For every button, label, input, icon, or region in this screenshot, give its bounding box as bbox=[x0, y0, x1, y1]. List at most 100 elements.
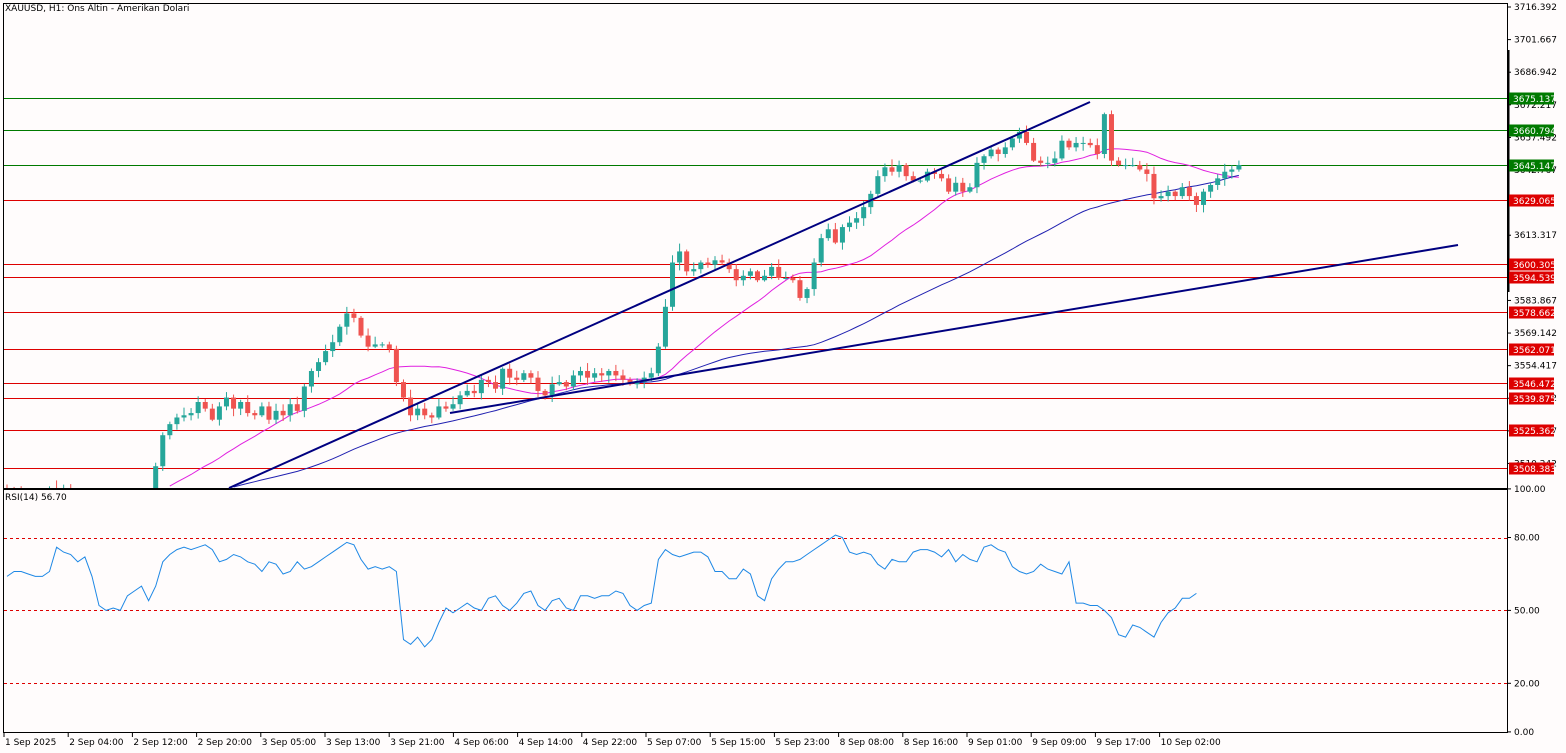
bear-candle[interactable] bbox=[365, 335, 371, 347]
bear-candle[interactable] bbox=[719, 260, 725, 263]
bull-candle[interactable] bbox=[316, 362, 322, 371]
bull-candle[interactable] bbox=[818, 238, 824, 263]
bear-candle[interactable] bbox=[351, 313, 357, 318]
bull-candle[interactable] bbox=[167, 424, 173, 436]
bull-candle[interactable] bbox=[854, 218, 860, 223]
bull-candle[interactable] bbox=[450, 404, 456, 409]
bear-candle[interactable] bbox=[776, 266, 782, 279]
bull-candle[interactable] bbox=[181, 415, 187, 418]
bear-candle[interactable] bbox=[294, 404, 300, 411]
bear-candle[interactable] bbox=[252, 413, 258, 416]
bull-candle[interactable] bbox=[556, 382, 562, 385]
bull-candle[interactable] bbox=[1009, 138, 1015, 148]
bear-candle[interactable] bbox=[960, 182, 966, 192]
bull-candle[interactable] bbox=[337, 326, 343, 343]
bear-candle[interactable] bbox=[599, 373, 605, 376]
bull-candle[interactable] bbox=[691, 269, 697, 272]
bull-candle[interactable] bbox=[372, 344, 378, 347]
bear-candle[interactable] bbox=[733, 269, 739, 281]
bear-candle[interactable] bbox=[1172, 191, 1178, 197]
bull-candle[interactable] bbox=[436, 406, 442, 418]
bull-candle[interactable] bbox=[953, 182, 959, 192]
bull-candle[interactable] bbox=[1208, 185, 1214, 192]
bull-candle[interactable] bbox=[415, 408, 421, 416]
bull-candle[interactable] bbox=[1080, 142, 1086, 144]
bear-candle[interactable] bbox=[386, 344, 392, 349]
bull-candle[interactable] bbox=[662, 306, 668, 347]
bull-candle[interactable] bbox=[188, 413, 194, 416]
bear-candle[interactable] bbox=[535, 377, 541, 391]
bear-candle[interactable] bbox=[542, 390, 548, 396]
bull-candle[interactable] bbox=[606, 370, 612, 376]
bull-candle[interactable] bbox=[677, 251, 683, 263]
bear-candle[interactable] bbox=[209, 408, 215, 420]
bull-candle[interactable] bbox=[896, 165, 902, 172]
bull-candle[interactable] bbox=[1123, 165, 1129, 167]
bull-candle[interactable] bbox=[981, 156, 987, 163]
bull-candle[interactable] bbox=[1052, 158, 1058, 163]
bear-candle[interactable] bbox=[443, 406, 449, 409]
bull-candle[interactable] bbox=[1236, 165, 1242, 170]
bull-candle[interactable] bbox=[670, 262, 676, 307]
bull-candle[interactable] bbox=[847, 222, 853, 228]
bear-candle[interactable] bbox=[400, 382, 406, 398]
bull-candle[interactable] bbox=[216, 406, 222, 420]
bear-candle[interactable] bbox=[245, 401, 251, 414]
bull-candle[interactable] bbox=[1059, 140, 1065, 159]
bull-candle[interactable] bbox=[769, 266, 775, 276]
bull-candle[interactable] bbox=[195, 401, 201, 414]
bear-candle[interactable] bbox=[393, 348, 399, 383]
bear-candle[interactable] bbox=[995, 149, 1001, 155]
bear-candle[interactable] bbox=[832, 229, 838, 243]
bear-candle[interactable] bbox=[471, 390, 477, 394]
bull-candle[interactable] bbox=[988, 149, 994, 157]
bull-candle[interactable] bbox=[549, 384, 555, 396]
bull-candle[interactable] bbox=[174, 417, 180, 425]
bull-candle[interactable] bbox=[259, 406, 265, 416]
bull-candle[interactable] bbox=[521, 373, 527, 380]
bear-candle[interactable] bbox=[1024, 131, 1030, 143]
bull-candle[interactable] bbox=[1201, 191, 1207, 205]
bear-candle[interactable] bbox=[422, 408, 428, 416]
bear-candle[interactable] bbox=[280, 410, 286, 416]
bear-candle[interactable] bbox=[1137, 165, 1143, 170]
bear-candle[interactable] bbox=[946, 178, 952, 192]
bear-candle[interactable] bbox=[485, 379, 491, 383]
bull-candle[interactable] bbox=[783, 278, 789, 280]
bull-candle[interactable] bbox=[967, 187, 973, 192]
bear-candle[interactable] bbox=[1193, 196, 1199, 205]
bull-candle[interactable] bbox=[1073, 142, 1079, 148]
bear-candle[interactable] bbox=[903, 165, 909, 177]
bear-candle[interactable] bbox=[266, 406, 272, 420]
bear-candle[interactable] bbox=[202, 401, 208, 409]
bull-candle[interactable] bbox=[974, 162, 980, 188]
bull-candle[interactable] bbox=[762, 275, 768, 281]
bear-candle[interactable] bbox=[705, 262, 711, 265]
bear-candle[interactable] bbox=[1151, 173, 1157, 199]
bull-candle[interactable] bbox=[811, 262, 817, 290]
bull-candle[interactable] bbox=[457, 395, 463, 405]
bear-candle[interactable] bbox=[1031, 142, 1037, 161]
bull-candle[interactable] bbox=[698, 262, 704, 270]
bull-candle[interactable] bbox=[1222, 171, 1228, 179]
bull-candle[interactable] bbox=[1101, 114, 1107, 155]
bull-candle[interactable] bbox=[577, 370, 583, 376]
bull-candle[interactable] bbox=[1045, 162, 1051, 164]
bear-candle[interactable] bbox=[1094, 145, 1100, 155]
bear-candle[interactable] bbox=[684, 251, 690, 272]
bull-candle[interactable] bbox=[825, 229, 831, 239]
bear-candle[interactable] bbox=[358, 317, 364, 336]
bull-candle[interactable] bbox=[344, 313, 350, 327]
bull-candle[interactable] bbox=[1179, 187, 1185, 197]
bear-candle[interactable] bbox=[754, 271, 760, 281]
bear-candle[interactable] bbox=[563, 382, 569, 387]
bear-candle[interactable] bbox=[493, 382, 499, 389]
bull-candle[interactable] bbox=[308, 370, 314, 387]
bull-candle[interactable] bbox=[1215, 178, 1221, 186]
bull-candle[interactable] bbox=[273, 410, 279, 420]
chart-canvas[interactable]: 3716.3923701.6673686.9423672.2173657.492… bbox=[0, 0, 1566, 753]
bear-candle[interactable] bbox=[1066, 140, 1072, 148]
bull-candle[interactable] bbox=[323, 351, 329, 363]
bull-candle[interactable] bbox=[1002, 147, 1008, 155]
bear-candle[interactable] bbox=[514, 377, 520, 380]
